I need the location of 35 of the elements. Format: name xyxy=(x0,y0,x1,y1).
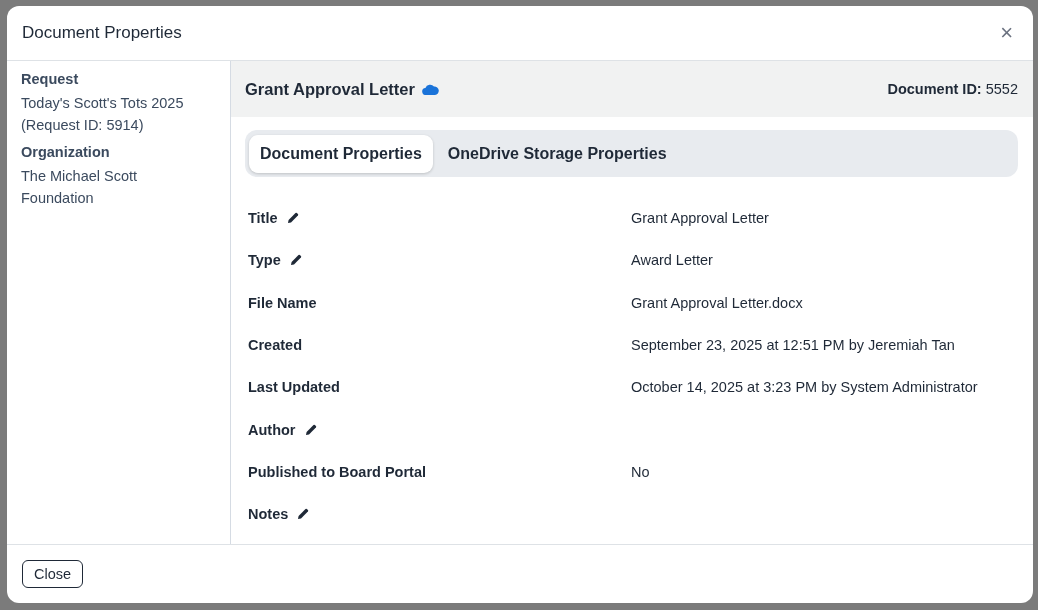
property-value: No xyxy=(631,463,650,480)
tab[interactable]: OneDrive Storage Properties xyxy=(436,134,678,173)
section-text: Foundation xyxy=(21,188,95,208)
edit-button[interactable] xyxy=(289,254,302,267)
pencil-icon xyxy=(289,254,302,267)
property-label: Created xyxy=(248,337,302,354)
section-text: Today's Scott's Tots 2025 xyxy=(21,94,185,113)
section-text: (Request ID: 5914) xyxy=(21,115,145,135)
property-value: September 23, 2025 at 12:51 PM by Jeremiah Tan xyxy=(631,337,955,354)
section-heading: Organization xyxy=(21,144,111,160)
pencil-icon xyxy=(297,508,310,521)
property-value: Award Letter xyxy=(631,252,713,269)
close-button[interactable]: Close xyxy=(22,560,84,588)
section-heading: Request xyxy=(21,71,80,87)
property-value: Grant Approval Letter xyxy=(631,210,769,227)
property-label: Title xyxy=(248,210,278,227)
cloud-icon xyxy=(421,83,439,95)
pencil-icon xyxy=(304,423,317,436)
property-label: Published to Board Portal xyxy=(248,463,427,480)
section-text: The Michael Scott xyxy=(21,167,139,186)
edit-button[interactable] xyxy=(286,212,299,225)
edit-button[interactable] xyxy=(297,508,310,521)
document-id: Document ID: 5552 xyxy=(887,81,1018,97)
property-label: Last Updated xyxy=(248,379,340,396)
property-label: File Name xyxy=(248,294,317,311)
property-label: Notes xyxy=(248,506,289,523)
property-value: October 14, 2025 at 3:23 PM by System Administrator xyxy=(631,379,978,396)
property-label: Type xyxy=(248,252,281,269)
property-label: Author xyxy=(248,421,296,438)
document-title: Grant Approval Letter xyxy=(245,79,415,99)
pencil-icon xyxy=(286,212,299,225)
edit-button[interactable] xyxy=(304,423,317,436)
tab[interactable]: Document Properties xyxy=(249,134,433,173)
dialog-title: Document Properties xyxy=(22,23,182,43)
property-value: Grant Approval Letter.docx xyxy=(631,294,803,311)
